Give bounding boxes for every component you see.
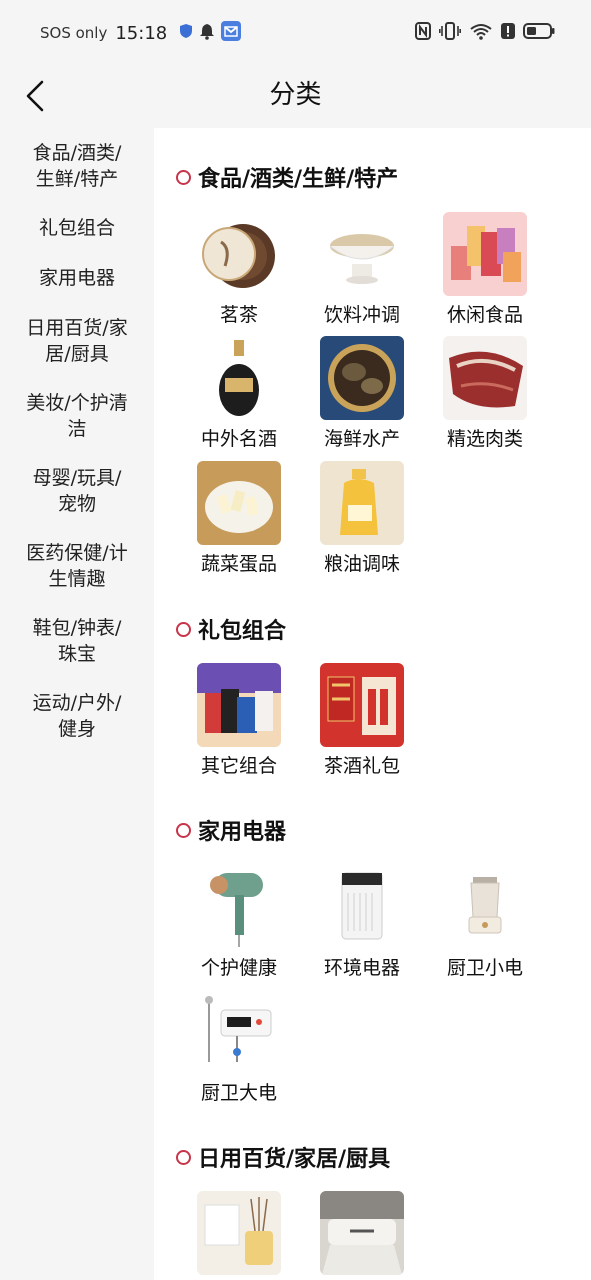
sidebar-item-health[interactable]: 医药保健/计 生情趣: [10, 540, 144, 592]
category-sidebar: 食品/酒类/ 生鲜/特产 礼包组合 家用电器 日用百货/家 居/厨具 美妆/个护…: [0, 128, 154, 1280]
water-heater-icon: [197, 990, 281, 1074]
nav-bar: 分类: [0, 64, 591, 128]
category-item-tea[interactable]: 茗茶: [184, 212, 294, 327]
garment-steamer-icon: [197, 865, 281, 949]
category-item-environment[interactable]: 环境电器: [307, 865, 417, 980]
oat-bowl-icon: [320, 212, 404, 296]
snack-bags-icon: [443, 212, 527, 296]
wifi-icon: [469, 22, 493, 44]
category-item-seafood[interactable]: 海鲜水产: [307, 336, 417, 451]
sidebar-item-food[interactable]: 食品/酒类/ 生鲜/特产: [10, 140, 144, 192]
category-item-bedding[interactable]: [307, 1191, 417, 1275]
category-item-meat[interactable]: 精选肉类: [430, 336, 540, 451]
category-item-snacks[interactable]: 休闲食品: [430, 212, 540, 327]
sidebar-item-gift[interactable]: 礼包组合: [10, 215, 144, 241]
vibrate-icon: [439, 22, 461, 44]
circle-bullet-icon: [176, 1149, 191, 1165]
category-item-drinks[interactable]: 饮料冲调: [307, 212, 417, 327]
category-item-personal-care[interactable]: 个护健康: [184, 865, 294, 980]
category-content: 食品/酒类/生鲜/特产 茗茶 饮料冲调 休闲食品 中外名酒 海鲜水产 精选肉类 …: [154, 128, 591, 1280]
sidebar-item-baby[interactable]: 母婴/玩具/ 宠物: [10, 465, 144, 517]
tea-wine-gift-icon: [320, 663, 404, 747]
tea-cake-icon: [197, 212, 281, 296]
sidebar-item-beauty[interactable]: 美妆/个护清 洁: [10, 390, 144, 442]
category-item-diffuser[interactable]: [184, 1191, 294, 1275]
circle-bullet-icon: [176, 621, 191, 637]
section-header: 家用电器: [176, 815, 286, 845]
page-title: 分类: [269, 80, 322, 110]
status-bar: SOS only 15:18: [0, 0, 591, 64]
bell-icon: [199, 22, 215, 44]
sidebar-item-shoes-bags[interactable]: 鞋包/钟表/ 珠宝: [10, 615, 144, 667]
air-purifier-icon: [320, 865, 404, 949]
liquor-bottle-icon: [197, 336, 281, 420]
category-item-other-combo[interactable]: 其它组合: [184, 663, 294, 778]
sidebar-item-sports[interactable]: 运动/户外/ 健身: [10, 690, 144, 742]
signal-alert-icon: [501, 22, 515, 44]
gift-box-set-icon: [197, 663, 281, 747]
category-item-vegetables[interactable]: 蔬菜蛋品: [184, 461, 294, 576]
category-item-liquor[interactable]: 中外名酒: [184, 336, 294, 451]
category-item-tea-wine-gift[interactable]: 茶酒礼包: [307, 663, 417, 778]
blender-icon: [443, 865, 527, 949]
category-item-large-kitchen[interactable]: 厨卫大电: [184, 990, 294, 1105]
section-header: 日用百货/家居/厨具: [176, 1142, 390, 1172]
circle-bullet-icon: [176, 169, 191, 185]
bedding-icon: [320, 1191, 404, 1275]
sidebar-item-household[interactable]: 日用百货/家 居/厨具: [10, 315, 144, 367]
vegetable-plate-icon: [197, 461, 281, 545]
section-header: 食品/酒类/生鲜/特产: [176, 162, 398, 192]
oil-bottle-icon: [320, 461, 404, 545]
app-notification-icon: [221, 21, 242, 45]
category-item-oil[interactable]: 粮油调味: [307, 461, 417, 576]
shield-icon: [179, 23, 193, 43]
abalone-soup-icon: [320, 336, 404, 420]
clock: 15:18: [115, 22, 168, 44]
reed-diffuser-icon: [197, 1191, 281, 1275]
category-item-small-kitchen[interactable]: 厨卫小电: [430, 865, 540, 980]
sidebar-item-appliances[interactable]: 家用电器: [10, 265, 144, 291]
cured-ham-icon: [443, 336, 527, 420]
nfc-icon: [415, 22, 431, 44]
section-header: 礼包组合: [176, 614, 286, 644]
battery-icon: [523, 22, 555, 44]
carrier-text: SOS only: [40, 24, 108, 42]
circle-bullet-icon: [176, 822, 191, 838]
